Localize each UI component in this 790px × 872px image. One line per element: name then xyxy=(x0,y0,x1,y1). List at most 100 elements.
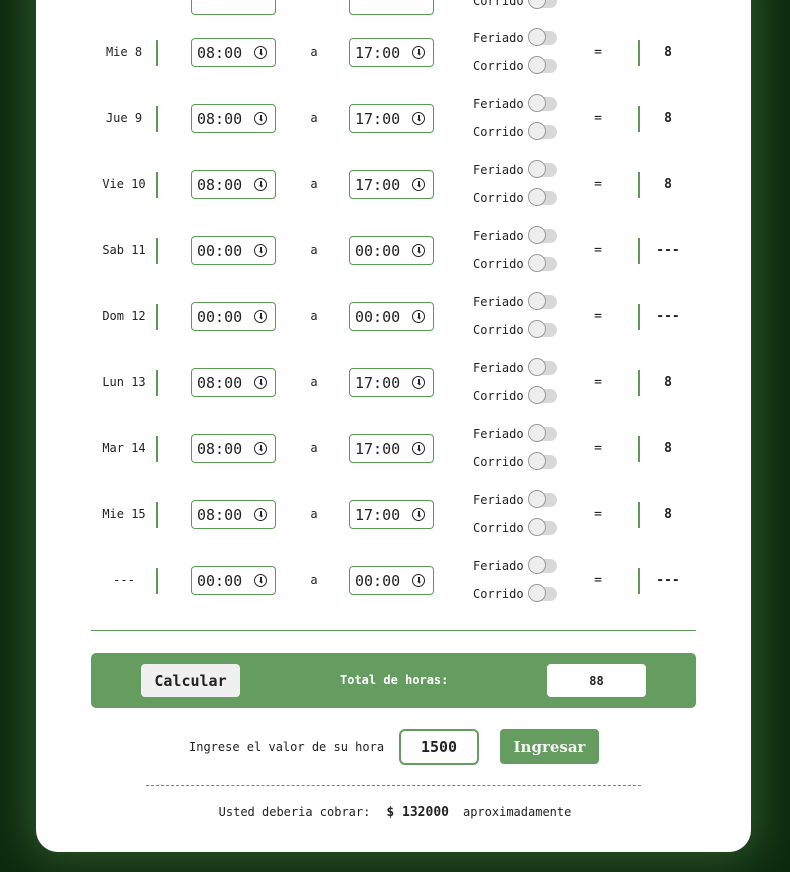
schedule-row: Vie 10 08:00 a 17:00 Feriado Corrido = 8 xyxy=(0,152,790,218)
clock-icon[interactable] xyxy=(254,442,267,455)
clock-icon[interactable] xyxy=(254,178,267,191)
corrido-toggle[interactable]: Corrido xyxy=(473,118,573,146)
end-time-input[interactable]: 00:00 xyxy=(349,566,434,595)
end-time-input[interactable]: 17:00 xyxy=(349,434,434,463)
row-hours: 8 xyxy=(664,45,672,60)
row-divider xyxy=(638,436,640,462)
start-time-input[interactable]: 08:00 xyxy=(191,38,276,67)
clock-icon[interactable] xyxy=(412,376,425,389)
row-toggles: Feriado Corrido xyxy=(473,420,573,476)
equals-sign: = xyxy=(594,573,602,588)
end-time-input[interactable]: 00:00 xyxy=(349,302,434,331)
feriado-toggle[interactable]: Feriado xyxy=(473,156,573,184)
partial-start-time[interactable] xyxy=(191,0,276,15)
corrido-toggle[interactable]: Corrido xyxy=(473,580,573,608)
toggle-switch[interactable] xyxy=(528,452,557,470)
toggle-switch[interactable] xyxy=(528,254,557,272)
feriado-toggle[interactable]: Feriado xyxy=(473,288,573,316)
end-time-input[interactable]: 17:00 xyxy=(349,104,434,133)
corrido-toggle[interactable]: Corrido xyxy=(473,316,573,344)
end-time-value: 17:00 xyxy=(355,175,401,194)
start-time-input[interactable]: 00:00 xyxy=(191,566,276,595)
corrido-label: Corrido xyxy=(473,59,524,73)
clock-icon[interactable] xyxy=(254,310,267,323)
toggle-switch[interactable] xyxy=(528,0,557,9)
start-time-input[interactable]: 08:00 xyxy=(191,368,276,397)
feriado-toggle[interactable]: Feriado xyxy=(473,354,573,382)
toggle-switch[interactable] xyxy=(528,556,557,574)
toggle-switch[interactable] xyxy=(528,518,557,536)
toggle-switch[interactable] xyxy=(528,424,557,442)
corrido-label: Corrido xyxy=(473,389,524,403)
clock-icon[interactable] xyxy=(412,46,425,59)
clock-icon[interactable] xyxy=(254,244,267,257)
toggle-knob xyxy=(528,386,546,404)
feriado-toggle[interactable]: Feriado xyxy=(473,420,573,448)
clock-icon[interactable] xyxy=(412,178,425,191)
row-divider xyxy=(156,304,158,330)
equals-sign: = xyxy=(594,45,602,60)
start-time-input[interactable]: 00:00 xyxy=(191,236,276,265)
corrido-toggle[interactable]: Corrido xyxy=(473,52,573,80)
toggle-switch[interactable] xyxy=(528,94,557,112)
range-separator: a xyxy=(310,507,318,521)
toggle-switch[interactable] xyxy=(528,490,557,508)
feriado-toggle[interactable]: Feriado xyxy=(473,222,573,250)
start-time-input[interactable]: 08:00 xyxy=(191,170,276,199)
partial-corrido-toggle[interactable]: Corrido xyxy=(473,0,557,9)
toggle-switch[interactable] xyxy=(528,358,557,376)
feriado-label: Feriado xyxy=(473,559,524,573)
corrido-toggle[interactable]: Corrido xyxy=(473,514,573,542)
end-time-input[interactable]: 17:00 xyxy=(349,170,434,199)
toggle-switch[interactable] xyxy=(528,188,557,206)
start-time-input[interactable]: 08:00 xyxy=(191,104,276,133)
start-time-input[interactable]: 08:00 xyxy=(191,434,276,463)
row-toggles: Feriado Corrido xyxy=(473,90,573,146)
end-time-input[interactable]: 17:00 xyxy=(349,368,434,397)
clock-icon[interactable] xyxy=(412,310,425,323)
row-divider xyxy=(638,568,640,594)
calcular-button[interactable]: Calcular xyxy=(141,664,240,697)
feriado-toggle[interactable]: Feriado xyxy=(473,24,573,52)
clock-icon[interactable] xyxy=(412,574,425,587)
toggle-switch[interactable] xyxy=(528,122,557,140)
clock-icon[interactable] xyxy=(412,112,425,125)
clock-icon[interactable] xyxy=(254,112,267,125)
ingresar-button[interactable]: Ingresar xyxy=(500,729,599,764)
toggle-switch[interactable] xyxy=(528,160,557,178)
feriado-toggle[interactable]: Feriado xyxy=(473,486,573,514)
equals-sign: = xyxy=(594,111,602,126)
end-time-input[interactable]: 17:00 xyxy=(349,38,434,67)
equals-sign: = xyxy=(594,309,602,324)
corrido-label: Corrido xyxy=(473,521,524,535)
end-time-value: 00:00 xyxy=(355,571,401,590)
toggle-switch[interactable] xyxy=(528,584,557,602)
rate-input[interactable]: 1500 xyxy=(399,729,479,765)
partial-end-time[interactable] xyxy=(349,0,434,15)
start-time-input[interactable]: 08:00 xyxy=(191,500,276,529)
corrido-toggle[interactable]: Corrido xyxy=(473,382,573,410)
toggle-switch[interactable] xyxy=(528,292,557,310)
clock-icon[interactable] xyxy=(412,508,425,521)
toggle-switch[interactable] xyxy=(528,386,557,404)
toggle-switch[interactable] xyxy=(528,56,557,74)
toggle-knob xyxy=(528,188,546,206)
corrido-toggle[interactable]: Corrido xyxy=(473,184,573,212)
corrido-toggle[interactable]: Corrido xyxy=(473,250,573,278)
clock-icon[interactable] xyxy=(412,442,425,455)
clock-icon[interactable] xyxy=(254,508,267,521)
toggle-switch[interactable] xyxy=(528,226,557,244)
feriado-toggle[interactable]: Feriado xyxy=(473,90,573,118)
toggle-switch[interactable] xyxy=(528,320,557,338)
feriado-toggle[interactable]: Feriado xyxy=(473,552,573,580)
clock-icon[interactable] xyxy=(254,376,267,389)
toggle-switch[interactable] xyxy=(528,28,557,46)
end-time-input[interactable]: 00:00 xyxy=(349,236,434,265)
clock-icon[interactable] xyxy=(412,244,425,257)
end-time-input[interactable]: 17:00 xyxy=(349,500,434,529)
start-time-input[interactable]: 00:00 xyxy=(191,302,276,331)
clock-icon[interactable] xyxy=(254,574,267,587)
corrido-toggle[interactable]: Corrido xyxy=(473,448,573,476)
corrido-label: Corrido xyxy=(473,257,524,271)
clock-icon[interactable] xyxy=(254,46,267,59)
